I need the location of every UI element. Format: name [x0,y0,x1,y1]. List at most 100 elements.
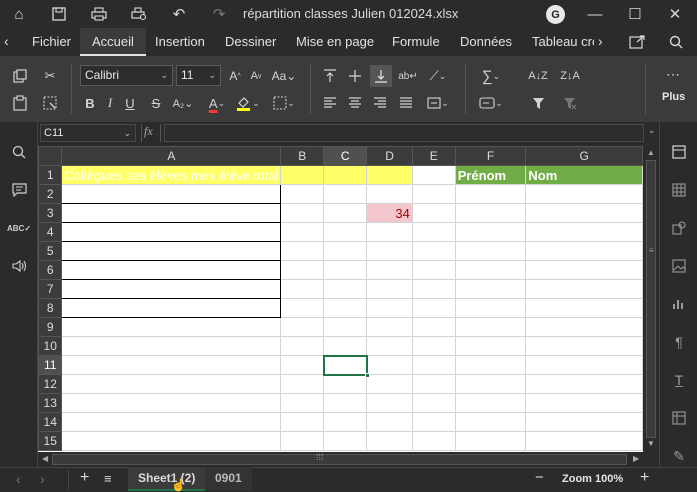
sheet-list-icon[interactable]: ≡ [104,471,112,486]
cell[interactable] [323,260,368,280]
cell[interactable] [525,184,643,204]
align-middle-icon[interactable] [345,66,365,86]
cell[interactable] [280,203,325,223]
cell[interactable] [323,222,368,242]
open-external-icon[interactable] [627,32,647,52]
cell[interactable] [61,184,282,204]
cell[interactable] [454,355,527,375]
fx-icon[interactable]: fx [144,124,153,139]
scrollbar-thumb[interactable] [52,454,627,465]
cell[interactable] [525,412,643,432]
cell[interactable] [454,317,527,337]
row-header[interactable]: 1 [38,165,63,185]
row-header[interactable]: 10 [38,336,63,356]
cell[interactable] [280,317,325,337]
tab-insertion[interactable]: Insertion [155,28,205,56]
row-header[interactable]: 15 [38,431,63,451]
cell[interactable] [61,336,282,356]
change-case-icon[interactable]: Aa⌄ [270,66,298,86]
cell[interactable] [366,241,413,261]
cell[interactable] [454,336,527,356]
print-preview-icon[interactable] [129,4,149,24]
pivot-table-icon[interactable] [669,408,689,428]
more-button[interactable]: Plus [662,91,685,103]
align-left-icon[interactable] [320,93,340,113]
paragraph-icon[interactable]: ¶ [669,332,689,352]
cell[interactable] [61,222,282,242]
column-header-d[interactable]: D [366,146,413,166]
active-cell-c11[interactable] [322,354,370,378]
comment-icon[interactable] [9,180,29,200]
tab-dessiner[interactable]: Dessiner [225,28,276,56]
cell[interactable] [525,298,643,318]
cell[interactable] [280,222,325,242]
filter-icon[interactable] [528,93,548,113]
decrease-font-icon[interactable]: Av [246,66,266,86]
column-header-g[interactable]: G [525,146,643,166]
cell[interactable] [280,431,325,451]
row-header[interactable]: 13 [38,393,63,413]
paste-icon[interactable] [10,93,30,113]
more-icon[interactable]: ⋯ [663,64,683,84]
cell-settings-icon[interactable] [669,142,689,162]
sort-ascending-icon[interactable]: A↓Z [528,66,548,86]
spreadsheet-grid[interactable]: A B C D E F G 1 Collègues ses élèves mes… [38,146,643,452]
align-bottom-icon[interactable] [370,65,392,87]
orientation-icon[interactable]: ⟋ ⌄ [424,66,452,86]
wrap-text-icon[interactable]: ab↵ [398,66,418,86]
cell[interactable] [411,431,456,451]
cell[interactable] [61,412,282,432]
cell[interactable] [525,260,643,280]
cell[interactable] [280,260,325,280]
cell[interactable] [411,317,456,337]
cell-e1[interactable] [411,165,456,185]
increase-font-icon[interactable]: A ^ [225,66,245,86]
cell[interactable] [411,393,456,413]
subscript-icon[interactable]: A₂⌄ [170,93,196,113]
avatar[interactable]: G [546,5,565,24]
borders-button[interactable]: ⌄ [270,93,298,113]
cell[interactable] [366,298,413,318]
maximize-icon[interactable]: ☐ [625,4,645,24]
merge-cells-icon[interactable]: ⌄ [424,93,452,113]
cell-g1[interactable]: Nom [525,165,643,185]
cell[interactable] [525,241,643,261]
row-header[interactable]: 7 [38,279,63,299]
cell[interactable] [280,374,325,394]
cell[interactable] [323,298,368,318]
cell[interactable] [323,336,368,356]
row-header[interactable]: 14 [38,412,63,432]
cell[interactable] [366,317,413,337]
undo-icon[interactable]: ↶ [169,4,189,24]
cell-b1[interactable] [280,165,325,185]
search-icon[interactable] [9,142,29,162]
text-art-icon[interactable]: T̲ [669,370,689,390]
cell[interactable] [366,336,413,356]
redo-icon[interactable]: ↷ [209,4,229,24]
cell[interactable] [323,412,368,432]
tabs-scroll-left-icon[interactable]: ‹ [4,28,9,56]
cell[interactable] [61,241,282,261]
cell[interactable] [411,298,456,318]
cell[interactable] [280,279,325,299]
cell[interactable] [61,374,282,394]
minimize-icon[interactable]: — [585,4,605,24]
cell[interactable] [61,260,282,280]
row-header[interactable]: 12 [38,374,63,394]
row-header[interactable]: 11 [38,355,63,375]
table-icon[interactable] [669,180,689,200]
select-all-corner[interactable] [38,146,63,166]
column-header-c[interactable]: C [323,146,368,166]
home-icon[interactable]: ⌂ [9,4,29,24]
cell[interactable] [411,222,456,242]
scroll-right-icon[interactable]: ▶ [633,454,639,463]
zoom-level[interactable]: Zoom 100% [562,473,623,485]
column-header-e[interactable]: E [411,146,456,166]
scroll-left-icon[interactable]: ◀ [42,454,48,463]
cell[interactable] [366,355,413,375]
print-icon[interactable] [89,4,109,24]
tab-fichier[interactable]: Fichier [32,28,71,56]
fill-color-button[interactable]: ⌄ [235,93,261,113]
cell[interactable] [411,355,456,375]
cell[interactable] [61,298,282,318]
